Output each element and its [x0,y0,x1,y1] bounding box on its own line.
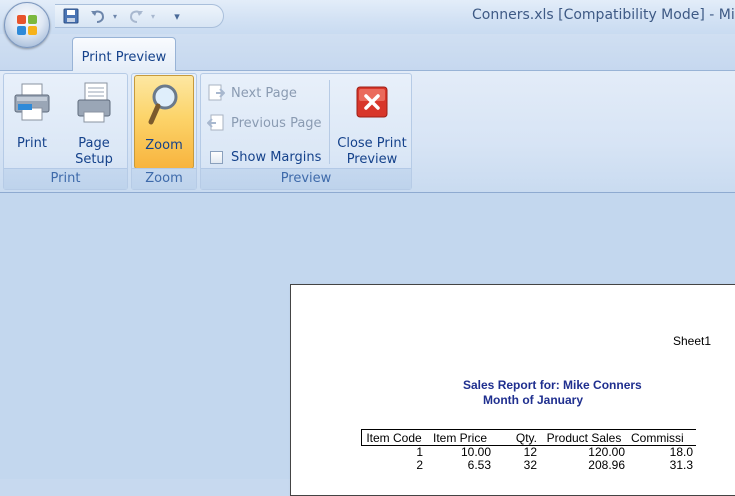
printer-icon [13,82,51,126]
table-cell: 120.00 [588,445,625,459]
zoom-button[interactable]: Zoom [134,75,194,169]
checkbox-icon [207,148,225,166]
tab-print-preview[interactable]: Print Preview [72,37,176,71]
page-header: Sheet1 [673,334,712,348]
close-print-preview-button[interactable]: Close Print Preview [335,74,409,172]
table-cell: 10.00 [460,445,491,459]
zoom-group: Zoom Zoom [131,73,197,190]
previous-page-label: Previous Page [231,115,322,131]
table-cell: 2 [416,458,423,472]
column-header: Qty. [494,429,540,446]
next-page-button[interactable]: Next Page [207,82,297,104]
column-header: Product Sales [540,429,628,446]
sales-table: Item Code Item Price Qty. Product Sales … [361,429,696,472]
table-cell: 12 [523,445,537,459]
table-row: 1 10.00 12 120.00 18.0 [362,446,697,460]
table-cell: 31.3 [669,458,693,472]
office-button[interactable] [4,2,50,48]
zoom-group-label: Zoom [132,168,196,189]
close-icon [356,86,388,122]
zoom-label: Zoom [145,138,183,153]
print-button[interactable]: Print [8,74,56,172]
page-setup-label-line1: Page [78,136,110,151]
ribbon: Print Page Setup Print Zoom Zoom Next Pa… [0,70,735,193]
page-setup-button[interactable]: Page Setup [66,74,122,172]
column-header: Item Code [361,429,426,446]
page-setup-label-line2: Setup [75,152,113,167]
table-cell: 18.0 [669,445,693,459]
office-logo-icon [17,15,37,35]
print-group: Print Page Setup Print [3,73,128,190]
report-subtitle: Month of January [483,393,584,407]
column-header: Commissi [628,429,696,446]
preview-separator [329,80,330,164]
print-group-label: Print [4,168,127,189]
next-page-icon [207,84,225,102]
table-cell: 1 [416,445,423,459]
table-header-row: Item Code Item Price Qty. Product Sales … [361,429,696,446]
redo-dropdown-icon[interactable]: ▾ [147,7,159,25]
save-icon[interactable] [61,7,81,25]
show-margins-checkbox[interactable]: Show Margins [207,146,321,168]
window-title: Conners.xls [Compatibility Mode] - Mic [472,7,735,23]
close-label-line1: Close Print [337,136,407,151]
page-setup-icon [75,82,113,128]
print-label: Print [17,136,47,151]
preview-group: Next Page Previous Page Show Margins Clo… [200,73,412,190]
table-cell: 32 [523,458,537,472]
redo-icon[interactable] [125,7,147,25]
table-cell: 6.53 [467,458,491,472]
preview-group-label: Preview [201,168,411,189]
undo-dropdown-icon[interactable]: ▾ [109,7,121,25]
quick-access-toolbar: ▾ ▾ ▾ [55,4,224,28]
customize-qat-icon[interactable]: ▾ [169,7,185,25]
close-print-preview-label: Close Print Preview [335,136,409,168]
undo-icon[interactable] [87,7,109,25]
print-preview-page[interactable]: Sheet1 Sales Report for: Mike Conners Mo… [290,284,735,496]
title-bar: ▾ ▾ ▾ Conners.xls [Compatibility Mode] -… [0,0,735,34]
magnifier-icon [147,84,181,130]
table-cell: 208.96 [588,458,625,472]
report-title: Sales Report for: Mike Conners [463,378,642,392]
column-header: Item Price [426,429,494,446]
close-label-line2: Preview [346,152,398,167]
show-margins-label: Show Margins [231,149,322,165]
table-row: 2 6.53 32 208.96 31.3 [362,459,697,472]
previous-page-icon [207,114,225,132]
page-setup-label: Page Setup [66,136,122,168]
next-page-label: Next Page [231,85,297,101]
previous-page-button[interactable]: Previous Page [207,112,322,134]
